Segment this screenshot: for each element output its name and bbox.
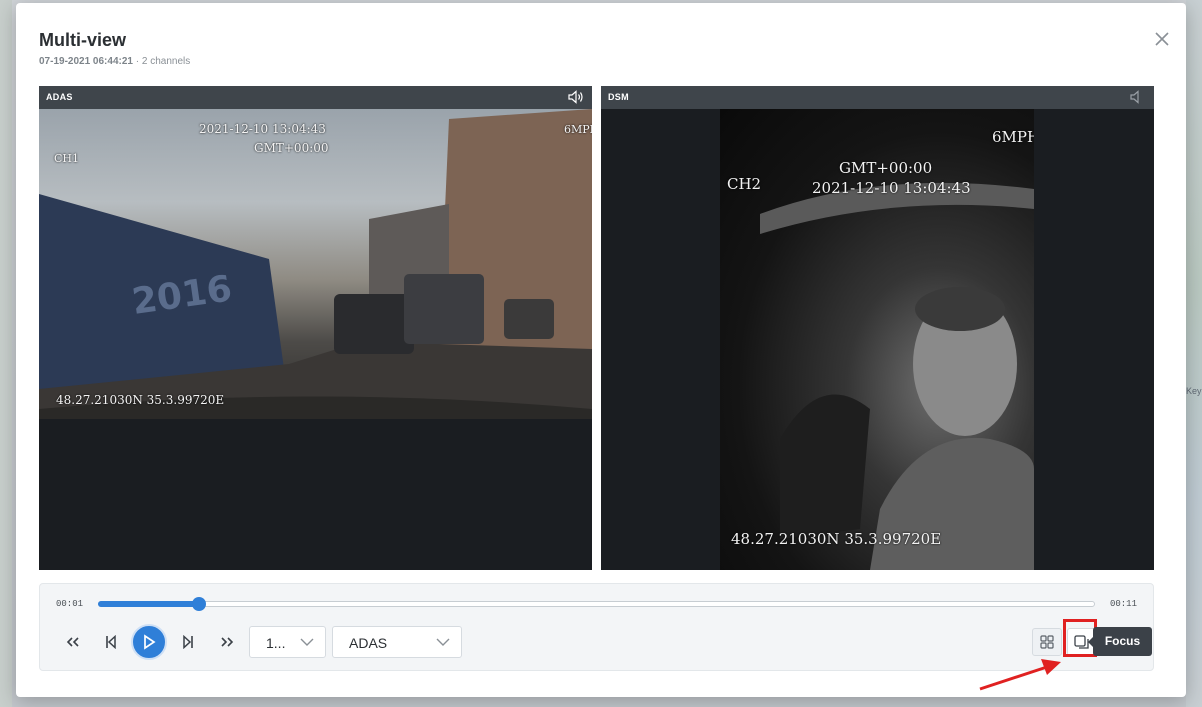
osd-datetime: 2021-12-10 13:04:43 bbox=[199, 122, 326, 136]
skip-back-icon bbox=[106, 635, 116, 649]
grid-view-button[interactable] bbox=[1032, 628, 1062, 656]
video-frame-road: 2016 2021-12-10 13:04:43 GMT+00:00 CH1 6… bbox=[39, 109, 592, 419]
speed-select[interactable]: 1... bbox=[249, 626, 326, 658]
speaker-muted-icon[interactable] bbox=[1130, 90, 1146, 104]
osd-gps: 48.27.21030N 35.3.99720E bbox=[56, 393, 225, 407]
skip-forward-icon bbox=[183, 635, 193, 649]
osd-gps: 48.27.21030N 35.3.99720E bbox=[731, 530, 942, 548]
close-button[interactable] bbox=[1152, 29, 1172, 49]
osd-speed: 6MPH bbox=[992, 128, 1034, 146]
progress-handle[interactable] bbox=[191, 597, 206, 611]
osd-datetime: 2021-12-10 13:04:43 bbox=[812, 179, 971, 197]
current-time: 00:01 bbox=[56, 599, 84, 609]
recording-timestamp: 07-19-2021 06:44:21 bbox=[39, 56, 133, 67]
video-channel-name: ADAS bbox=[46, 92, 73, 102]
modal-title: Multi-view bbox=[39, 30, 127, 50]
focus-tooltip: Focus bbox=[1088, 627, 1152, 656]
video-header: DSM bbox=[601, 86, 1154, 109]
progress-fill bbox=[98, 601, 198, 607]
osd-speed: 6MPH bbox=[564, 123, 592, 136]
channel-select[interactable]: ADAS bbox=[332, 626, 462, 658]
osd-channel: CH2 bbox=[727, 175, 762, 193]
road-scene: 2016 bbox=[39, 109, 592, 419]
next-button[interactable] bbox=[172, 626, 204, 658]
close-icon bbox=[1155, 32, 1169, 46]
rewind-icon bbox=[66, 637, 79, 647]
previous-button[interactable] bbox=[95, 626, 127, 658]
annotation-arrow-icon bbox=[979, 659, 1061, 691]
speaker-icon[interactable] bbox=[568, 90, 584, 104]
play-icon bbox=[144, 634, 156, 650]
osd-gmt: GMT+00:00 bbox=[839, 159, 933, 177]
chevron-down-icon bbox=[300, 638, 314, 646]
grid-view-icon bbox=[1040, 635, 1054, 649]
play-button[interactable] bbox=[131, 624, 167, 660]
fast-forward-icon bbox=[221, 637, 234, 647]
speed-value: 1... bbox=[266, 635, 286, 651]
rewind-button[interactable] bbox=[57, 626, 89, 658]
osd-gmt: GMT+00:00 bbox=[254, 141, 329, 155]
channel-value: ADAS bbox=[349, 635, 388, 651]
fast-forward-button[interactable] bbox=[211, 626, 243, 658]
video-panel-dsm[interactable]: DSM 6MPH GMT+00:00 2021-12-10 13:04:43 C… bbox=[601, 86, 1154, 570]
channel-count: · 2 channels bbox=[135, 56, 191, 67]
video-channel-name: DSM bbox=[608, 92, 629, 102]
video-panel-adas[interactable]: ADAS 2016 2021-12-10 13:04:43 GMT+00:00 … bbox=[39, 86, 592, 570]
chevron-down-icon bbox=[436, 638, 450, 646]
osd-channel: CH1 bbox=[54, 152, 80, 165]
video-header: ADAS bbox=[39, 86, 592, 109]
modal-subtitle: 07-19-2021 06:44:21 · 2 channels bbox=[39, 56, 190, 67]
video-frame-cabin: 6MPH GMT+00:00 2021-12-10 13:04:43 CH2 4… bbox=[720, 109, 1034, 570]
progress-track[interactable] bbox=[98, 597, 1095, 611]
total-time: 00:11 bbox=[1109, 599, 1137, 609]
